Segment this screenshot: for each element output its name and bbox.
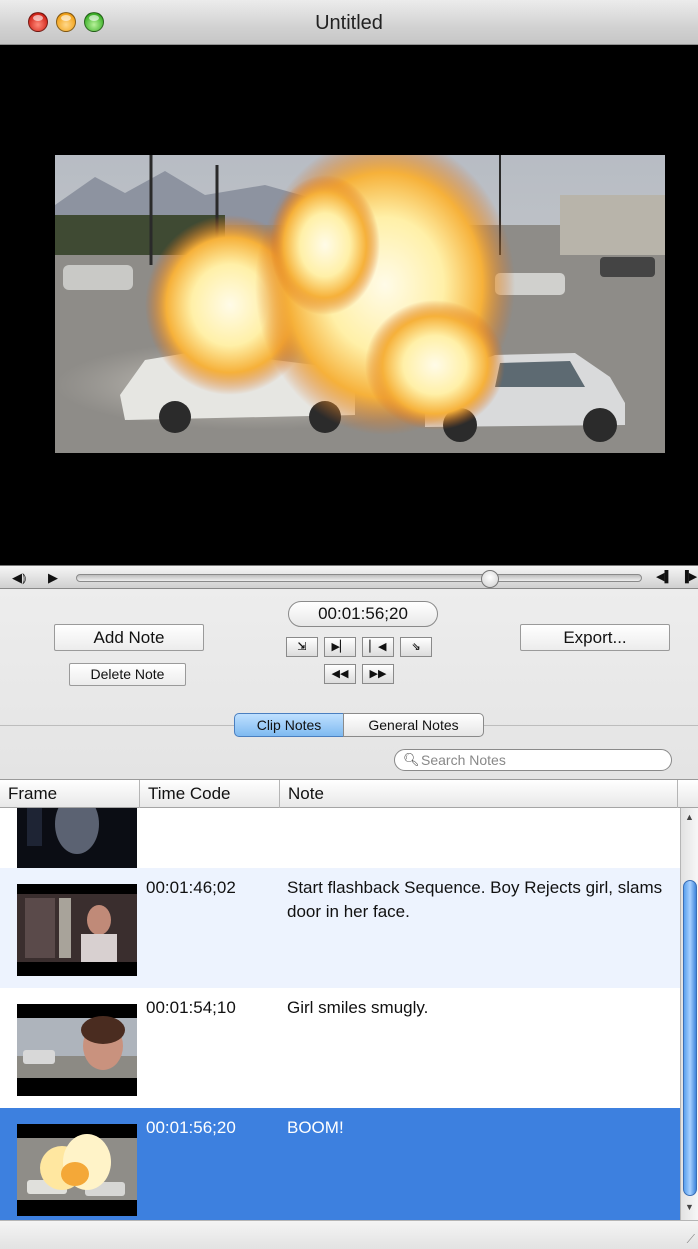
vertical-scrollbar[interactable]: ▲ ▼ (680, 808, 698, 1220)
step-forward-icon[interactable]: ▐▶ (681, 569, 697, 586)
mark-in-icon[interactable]: ⇲ (286, 637, 318, 657)
step-back-icon[interactable]: ◀▌ (656, 569, 672, 586)
table-footer: ⟋ (0, 1220, 698, 1249)
column-frame[interactable]: Frame (0, 780, 140, 808)
note-cell: Start flashback Sequence. Boy Rejects gi… (287, 878, 663, 921)
speaker-icon[interactable]: ◀⦆ (12, 569, 26, 586)
frame-thumbnail (17, 884, 137, 976)
note-cell: Girl smiles smugly. (287, 998, 429, 1017)
time-code-cell: 00:01:54;10 (146, 998, 236, 1017)
resize-grip-icon[interactable]: ⟋ (687, 1232, 695, 1247)
table-row[interactable]: 00:01:54;10 Girl smiles smugly. (0, 988, 680, 1108)
search-icon: 🔍︎ (403, 752, 420, 767)
mark-out-icon[interactable]: ⇘ (400, 637, 432, 657)
scroll-up-icon[interactable]: ▲ (681, 812, 698, 828)
notes-table: Frame Time Code Note 00:01:46;02 Start f… (0, 779, 698, 1249)
fast-forward-icon[interactable]: ▶▶ (362, 664, 394, 684)
time-code-cell: 00:01:56;20 (146, 1118, 236, 1137)
table-row-selected[interactable]: 00:01:56;20 BOOM! (0, 1108, 680, 1220)
frame-thumbnail (17, 1004, 137, 1096)
rewind-icon[interactable]: ◀◀ (324, 664, 356, 684)
video-viewer[interactable] (0, 45, 698, 565)
movie-controller: ◀⦆ ▶ ◀▌ ▐▶ (0, 565, 698, 589)
frame-thumbnail (17, 808, 137, 868)
table-header: Frame Time Code Note (0, 780, 698, 808)
table-row[interactable]: 00:01:46;02 Start flashback Sequence. Bo… (0, 868, 680, 988)
column-note[interactable]: Note (280, 780, 678, 808)
search-notes-field[interactable]: 🔍︎ Search Notes (394, 749, 672, 771)
playhead-thumb[interactable] (481, 570, 499, 588)
play-selection-icon[interactable]: ▶▏ (324, 637, 356, 657)
column-time-code[interactable]: Time Code (140, 780, 280, 808)
scroll-down-icon[interactable]: ▼ (681, 1202, 698, 1218)
timecode-display[interactable]: 00:01:56;20 (288, 601, 438, 627)
video-frame-explosion (55, 155, 665, 453)
window-title: Untitled (315, 12, 383, 34)
tab-general-notes[interactable]: General Notes (343, 713, 484, 737)
add-note-button[interactable]: Add Note (54, 624, 204, 651)
tab-clip-notes[interactable]: Clip Notes (234, 713, 344, 737)
export-button[interactable]: Export... (520, 624, 670, 651)
time-code-cell: 00:01:46;02 (146, 878, 236, 897)
notes-control-panel: Add Note Delete Note 00:01:56;20 ⇲ ▶▏ ▏◀… (0, 589, 698, 779)
frame-thumbnail (17, 1124, 137, 1216)
delete-note-button[interactable]: Delete Note (69, 663, 186, 686)
scrubber-track[interactable] (76, 570, 642, 588)
play-icon[interactable]: ▶ (48, 569, 58, 586)
search-placeholder: Search Notes (421, 752, 506, 768)
table-body: 00:01:46;02 Start flashback Sequence. Bo… (0, 808, 680, 1220)
scrollbar-knob[interactable] (683, 880, 697, 1196)
title-bar: Untitled (0, 0, 698, 45)
note-cell: BOOM! (287, 1118, 344, 1137)
table-row[interactable] (0, 808, 680, 868)
go-to-start-icon[interactable]: ▏◀ (362, 637, 394, 657)
